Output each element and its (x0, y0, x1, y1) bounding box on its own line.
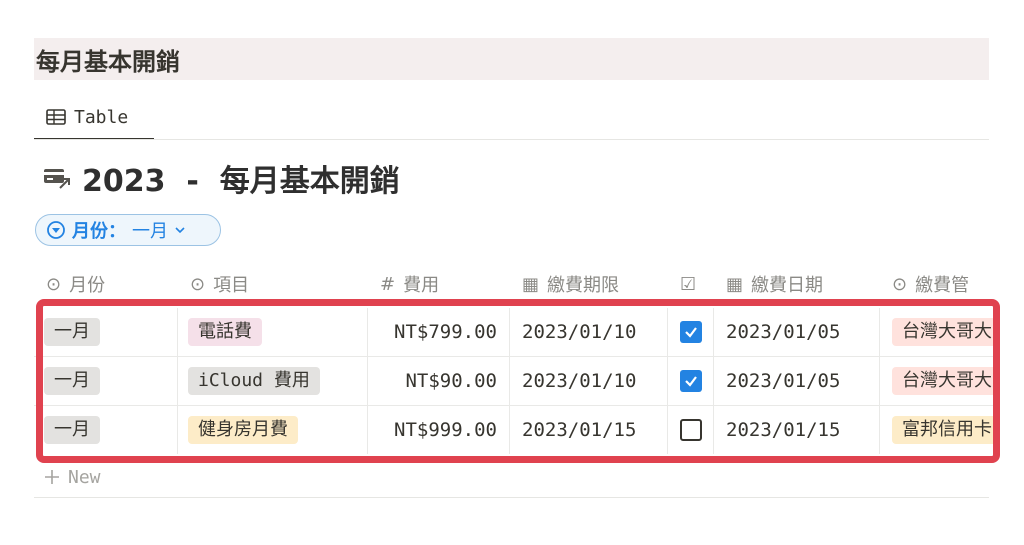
cell-item[interactable]: 健身房月費 (178, 406, 368, 454)
table-row[interactable]: 一月 健身房月費 NT$999.00 2023/01/15 2023/01/15… (34, 406, 994, 454)
calendar-icon: ▦ (726, 273, 744, 295)
add-new-row-button[interactable]: New (44, 462, 101, 492)
cell-paid[interactable] (668, 308, 714, 356)
checkbox-icon: ☑ (680, 273, 697, 295)
cell-payment-method[interactable]: 富邦信用卡 (880, 406, 994, 454)
cell-paid-date[interactable]: 2023/01/05 (714, 308, 880, 356)
cell-due-date[interactable]: 2023/01/10 (510, 357, 668, 405)
table-icon (46, 109, 66, 125)
cell-month[interactable]: 一月 (34, 308, 178, 356)
select-circle-icon (47, 221, 65, 239)
item-tag: 健身房月費 (188, 416, 298, 444)
cell-month[interactable]: 一月 (34, 406, 178, 454)
method-tag: 台灣大哥大 (892, 318, 994, 346)
cell-paid[interactable] (668, 357, 714, 405)
cell-cost[interactable]: NT$90.00 (368, 357, 510, 405)
check-icon (684, 376, 697, 387)
tab-table-view[interactable]: Table (34, 96, 154, 140)
cell-item[interactable]: 電話費 (178, 308, 368, 356)
table-row[interactable]: 一月 電話費 NT$799.00 2023/01/10 2023/01/05 台… (34, 308, 994, 357)
paid-checkbox[interactable] (679, 370, 702, 392)
cell-cost[interactable]: NT$999.00 (368, 406, 510, 454)
cell-paid-date[interactable]: 2023/01/15 (714, 406, 880, 454)
select-icon: ⊙ (46, 273, 62, 295)
select-icon: ⊙ (892, 273, 908, 295)
cell-due-date[interactable]: 2023/01/15 (510, 406, 668, 454)
item-tag: iCloud 費用 (188, 367, 320, 395)
check-icon (684, 327, 697, 338)
filter-label: 月份： (72, 221, 126, 242)
table-row[interactable]: 一月 iCloud 費用 NT$90.00 2023/01/10 2023/01… (34, 357, 994, 406)
column-header-month[interactable]: ⊙ 月份 (46, 266, 105, 302)
card-export-icon (44, 169, 70, 189)
number-icon: # (380, 273, 396, 295)
cell-cost[interactable]: NT$799.00 (368, 308, 510, 356)
column-header-paid[interactable]: ☑ (680, 266, 704, 302)
filter-value: 一月 (132, 221, 168, 242)
cell-month[interactable]: 一月 (34, 357, 178, 405)
paid-checkbox[interactable] (679, 321, 702, 343)
cell-item[interactable]: iCloud 費用 (178, 357, 368, 405)
calendar-icon: ▦ (522, 273, 540, 295)
cell-paid-date[interactable]: 2023/01/05 (714, 357, 880, 405)
column-header-item[interactable]: ⊙ 項目 (190, 266, 249, 302)
database-title-text: 2023 - 每月基本開銷 (82, 164, 400, 199)
filter-month-button[interactable]: 月份： 一月 (35, 214, 221, 246)
table-header: ⊙ 月份 ⊙ 項目 # 費用 ▦ 繳費期限 ☑ ▦ 繳費日期 ⊙ 繳費管 (34, 266, 994, 302)
tab-divider (34, 139, 989, 140)
method-tag: 台灣大哥大 (892, 367, 994, 395)
chevron-down-icon (175, 227, 185, 234)
cell-paid[interactable] (668, 406, 714, 454)
tab-label: Table (74, 106, 129, 128)
column-header-cost[interactable]: # 費用 (380, 266, 439, 302)
select-icon: ⊙ (190, 273, 206, 295)
month-tag: 一月 (44, 367, 100, 395)
month-tag: 一月 (44, 416, 100, 444)
page-title: 每月基本開銷 (34, 38, 989, 80)
new-row-label: New (68, 466, 101, 488)
plus-icon (45, 470, 59, 484)
cell-payment-method[interactable]: 台灣大哥大 (880, 357, 994, 405)
column-header-payment-method[interactable]: ⊙ 繳費管 (892, 266, 969, 302)
cell-payment-method[interactable]: 台灣大哥大 (880, 308, 994, 356)
table-body: 一月 電話費 NT$799.00 2023/01/10 2023/01/05 台… (34, 308, 994, 454)
database-title[interactable]: 2023 - 每月基本開銷 (42, 156, 400, 200)
method-tag: 富邦信用卡 (892, 416, 994, 444)
item-tag: 電話費 (188, 318, 262, 346)
column-header-paid-date[interactable]: ▦ 繳費日期 (726, 266, 823, 302)
cell-due-date[interactable]: 2023/01/10 (510, 308, 668, 356)
paid-checkbox[interactable] (679, 419, 702, 441)
column-header-due-date[interactable]: ▦ 繳費期限 (522, 266, 619, 302)
month-tag: 一月 (44, 318, 100, 346)
table-bottom-divider (34, 497, 989, 498)
